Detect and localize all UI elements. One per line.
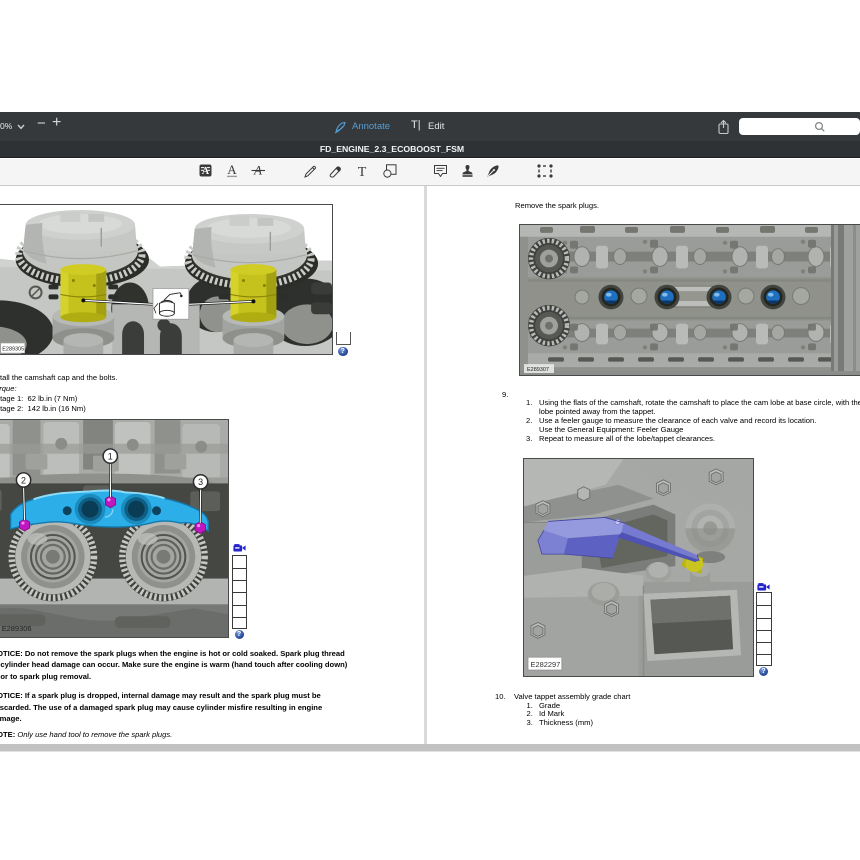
svg-text:2: 2 bbox=[21, 475, 26, 485]
svg-text:T: T bbox=[358, 165, 367, 178]
svg-text:E289306: E289306 bbox=[2, 624, 32, 633]
svg-text:1: 1 bbox=[108, 451, 113, 461]
svg-text:E289307: E289307 bbox=[527, 367, 549, 373]
svg-text:A: A bbox=[227, 163, 237, 177]
svg-text:E282297: E282297 bbox=[530, 660, 560, 669]
svg-text:3: 3 bbox=[198, 477, 203, 487]
svg-text:E289305: E289305 bbox=[2, 347, 24, 353]
